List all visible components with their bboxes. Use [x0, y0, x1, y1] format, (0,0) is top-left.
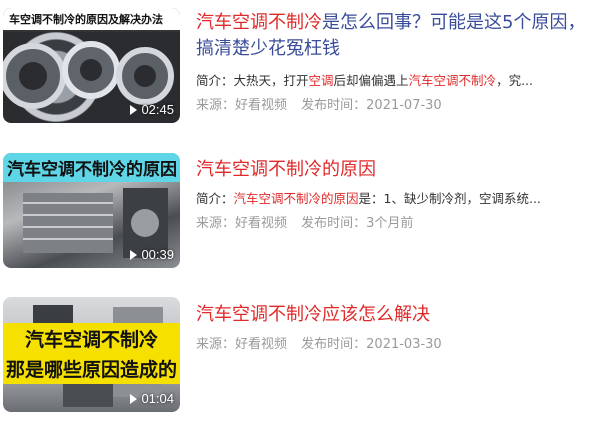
result-title-1[interactable]: 汽车空调不制冷是怎么回事？可能是这5个原因，搞清楚少花冤枉钱 [196, 10, 586, 62]
duration-badge: 01:04 [130, 391, 174, 406]
result-title-2[interactable]: 汽车空调不制冷的原因 [196, 157, 586, 183]
play-icon [130, 393, 138, 404]
result-abstract-2: 简介：汽车空调不制冷的原因是：1、缺少制冷剂，空调系统... [196, 191, 541, 206]
duration-badge: 02:45 [130, 102, 174, 117]
title-highlight: 汽车空调不制冷 [196, 159, 322, 180]
title-highlight: 汽车空调不制冷 [196, 12, 322, 33]
video-thumbnail-1[interactable]: 车空调不制冷的原因及解决办法 02:45 [3, 8, 180, 123]
title-text: 的原因 [322, 159, 376, 180]
publish-date: 发布时间：3个月前 [301, 216, 414, 231]
video-thumbnail-3[interactable]: 汽车空调不制冷 那是哪些原因造成的 01:04 [3, 297, 180, 412]
thumbnail-caption: 汽车空调不制冷的原因 [3, 153, 180, 182]
result-title-3[interactable]: 汽车空调不制冷应该怎么解决 [196, 302, 586, 328]
result-meta-2: 来源：好看视频 发布时间：3个月前 [196, 212, 423, 231]
play-icon [130, 249, 138, 260]
thumbnail-caption: 车空调不制冷的原因及解决办法 [3, 8, 180, 32]
publish-date: 发布时间：2021-03-30 [301, 337, 442, 352]
result-abstract-1: 简介：大热天，打开空调后却偏偏遇上汽车空调不制冷，究... [196, 73, 533, 88]
duration-badge: 00:39 [130, 247, 174, 262]
source-label: 来源：好看视频 [196, 216, 288, 231]
play-icon [130, 104, 138, 115]
publish-date: 发布时间：2021-07-30 [301, 98, 442, 113]
result-meta-3: 来源：好看视频 发布时间：2021-03-30 [196, 333, 452, 352]
video-thumbnail-2[interactable]: 汽车空调不制冷的原因 00:39 [3, 153, 180, 268]
thumbnail-caption-1: 汽车空调不制冷 [3, 323, 180, 354]
title-highlight: 汽车空调不制冷 [196, 304, 322, 325]
thumbnail-caption-2: 那是哪些原因造成的 [3, 353, 180, 384]
source-label: 来源：好看视频 [196, 98, 288, 113]
source-label: 来源：好看视频 [196, 337, 288, 352]
result-meta-1: 来源：好看视频 发布时间：2021-07-30 [196, 94, 452, 113]
title-text: 应该怎么解决 [322, 304, 430, 325]
